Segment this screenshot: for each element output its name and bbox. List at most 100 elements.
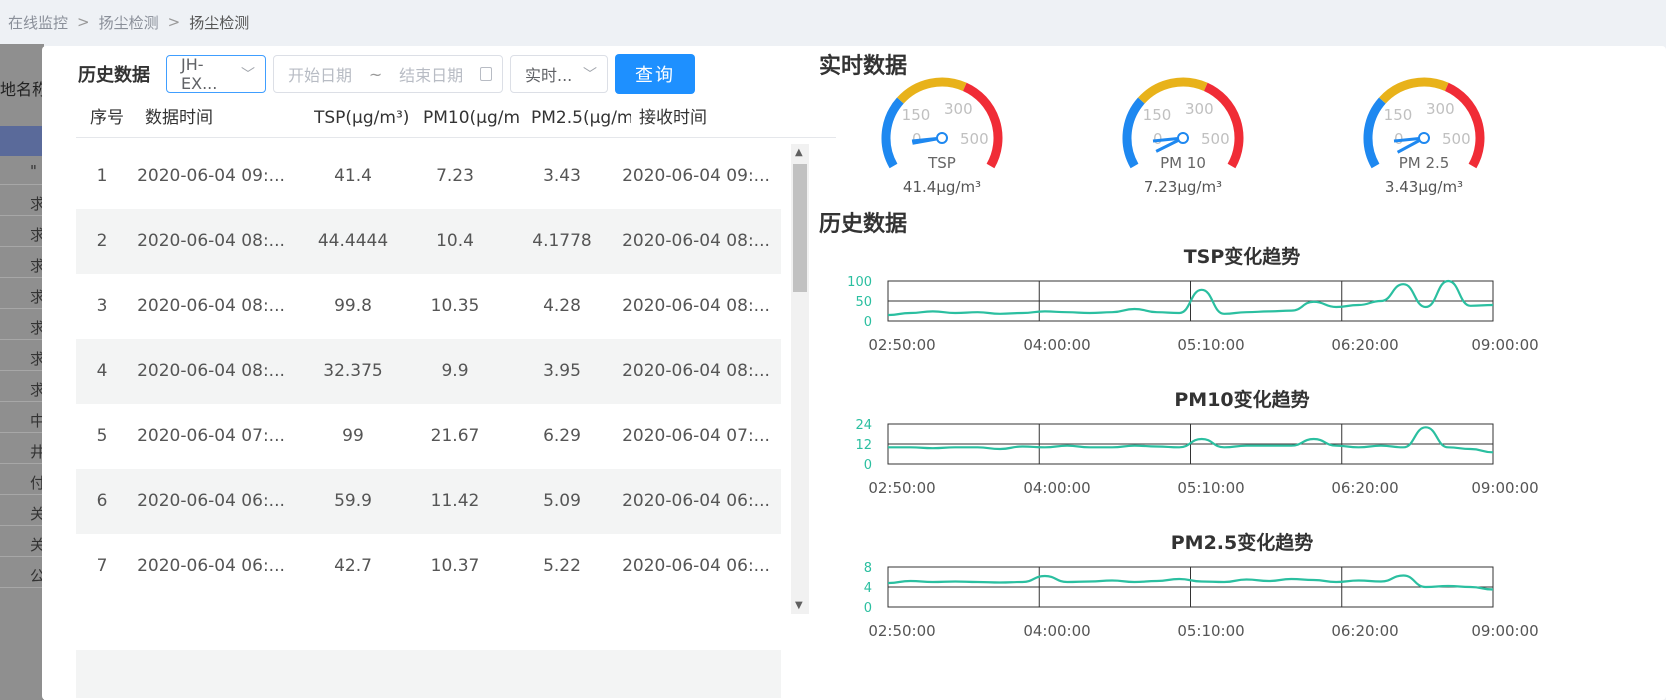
filter-toolbar: 历史数据 JH-EX... ﹀ 开始日期 ~ 结束日期 实时... ﹀ 查询 [78,54,695,94]
table-row[interactable]: 2 2020-06-04 08:... 44.4444 10.4 4.1778 2020-… [76,209,781,274]
cell-pm25: 6.29 [543,426,581,446]
gauge-2: 0150 300500PM 2.5 [1363,77,1485,172]
gauge-band-mid [1379,77,1449,104]
gauge-tick-label: 500 [1442,130,1471,148]
table-row[interactable]: 1 2020-06-04 09:... 41.4 7.23 3.43 2020-06-04… [76,144,781,209]
gauge-pivot [936,132,948,144]
x-tick-label: 09:00:00 [1471,622,1538,640]
x-tick-label: 06:20:00 [1331,622,1398,640]
start-date-placeholder: 开始日期 [288,66,353,85]
scrollbar-thumb[interactable] [793,164,807,292]
y-tick-label: 50 [855,295,872,310]
cell-receive-time: 2020-06-04 06:... [622,491,770,511]
column-header-tsp[interactable]: TSP(μg/m³) [314,98,418,138]
end-date-placeholder: 结束日期 [399,66,464,85]
cell-tsp: 41.4 [334,166,372,186]
y-tick-label: 12 [855,438,872,453]
x-tick-label: 06:20:00 [1331,336,1398,354]
date-range-separator: ~ [368,64,383,84]
cell-data-time: 2020-06-04 06:... [137,556,285,576]
cell-index: 3 [96,296,108,316]
cell-index: 2 [96,231,108,251]
history-charts-title: 历史数据 [819,212,908,237]
cell-receive-time: 2020-06-04 08:... [622,361,770,381]
table-header: 序号 数据时间 TSP(μg/m³) PM10(μg/m PM2.5(μg/m … [76,98,836,138]
chart-title: PM10变化趋势 [1174,389,1310,411]
history-modal: 历史数据 JH-EX... ﹀ 开始日期 ~ 结束日期 实时... ﹀ 查询 序… [42,46,1666,700]
background-row-line [0,339,44,340]
background-row-line [0,277,44,278]
cell-pm25: 4.1778 [532,231,592,251]
breadcrumb-item-dust[interactable]: 扬尘检测 [99,12,159,33]
trend-chart-1: PM10变化趋势 0 12 24 02:50:00 04:00:00 05:10:00 06:… [817,383,1666,523]
gauge-band-high [1203,82,1244,169]
cell-data-time: 2020-06-04 06:... [137,491,285,511]
date-range-picker[interactable]: 开始日期 ~ 结束日期 [273,55,503,93]
cell-tsp: 99.8 [334,296,372,316]
column-header-receive-time[interactable]: 接收时间 [639,98,779,138]
cell-receive-time: 2020-06-04 09:... [622,166,770,186]
x-tick-label: 09:00:00 [1471,336,1538,354]
y-tick-label: 24 [855,418,872,433]
column-header-index[interactable]: 序号 [90,98,140,138]
gauge-band-mid [897,77,967,104]
cell-pm10: 10.4 [436,231,474,251]
table-row[interactable]: 6 2020-06-04 06:... 59.9 11.42 5.09 2020-06-0… [76,469,781,534]
device-select[interactable]: JH-EX... ﹀ [166,55,266,93]
chart-canvas: 0 50 100 02:50:00 04:00:00 05:10:00 06:20:00 09… [847,275,1539,354]
table-row[interactable]: 4 2020-06-04 08:... 32.375 9.9 3.95 2020-06-0… [76,339,781,404]
breadcrumb-item-current: 扬尘检测 [189,13,250,32]
x-tick-label: 05:10:00 [1177,336,1244,354]
gauge-tick-label: 500 [960,130,989,148]
cell-index: 6 [96,491,108,511]
cell-pm10: 9.9 [441,361,469,381]
gauge-name: TSP [927,154,956,172]
cell-pm10: 21.67 [430,426,480,446]
column-header-pm25[interactable]: PM2.5(μg/m [531,98,631,138]
background-row-line [0,525,44,526]
x-tick-label: 05:10:00 [1177,479,1244,497]
cell-receive-time: 2020-06-04 08:... [622,296,770,316]
table-row[interactable]: 5 2020-06-04 07:... 99 21.67 6.29 2020-06-04 … [76,404,781,469]
background-row-line [0,308,44,309]
gauge-tick-label: 500 [1201,130,1230,148]
gauge-value: 41.4μg/m³ [902,178,982,196]
gauge-band-low [1122,97,1145,169]
column-header-data-time[interactable]: 数据时间 [145,98,295,138]
scroll-up-icon[interactable]: ▲ [795,147,803,158]
cell-pm25: 4.28 [543,296,581,316]
table-scrollbar[interactable]: ▲ ▼ [791,144,809,614]
cell-receive-time: 2020-06-04 06:... [622,556,770,576]
cell-pm10: 10.37 [430,556,480,576]
cell-data-time: 2020-06-04 08:... [137,296,285,316]
background-row-line [0,432,44,433]
history-table: 序号 数据时间 TSP(μg/m³) PM10(μg/m PM2.5(μg/m … [76,98,846,698]
query-button[interactable]: 查询 [615,54,695,94]
cell-pm25: 3.43 [543,166,581,186]
x-tick-label: 05:10:00 [1177,622,1244,640]
scroll-down-icon[interactable]: ▼ [795,600,803,611]
cell-index: 4 [96,361,108,381]
gauge-value: 3.43μg/m³ [1384,178,1464,196]
cell-tsp: 44.4444 [317,231,389,251]
history-panel: 历史数据 JH-EX... ﹀ 开始日期 ~ 结束日期 实时... ﹀ 查询 序… [42,46,862,700]
table-row[interactable]: 3 2020-06-04 08:... 99.8 10.35 4.28 2020-06-0… [76,274,781,339]
mode-select[interactable]: 实时... ﹀ [510,55,608,93]
gauge-name: PM 10 [1160,154,1206,172]
cell-data-time: 2020-06-04 09:... [137,166,285,186]
column-header-pm10[interactable]: PM10(μg/m [423,98,521,138]
y-tick-label: 100 [847,275,872,290]
table-row[interactable]: 7 2020-06-04 06:... 42.7 10.37 5.22 2020-06-0… [76,534,781,599]
gauge-value: 7.23μg/m³ [1143,178,1223,196]
gauge-pivot [1418,132,1430,144]
breadcrumb-item-online-monitor[interactable]: 在线监控 [8,12,68,33]
gauge-0: 0150 300500TSP [881,77,1003,172]
gauge-name: PM 2.5 [1399,154,1450,172]
chart-canvas: 0 12 24 02:50:00 04:00:00 05:10:00 06:20:00 09:… [855,418,1538,497]
x-tick-label: 02:50:00 [868,479,935,497]
gauge-band-high [962,82,1003,169]
chevron-right-icon: > [77,13,90,31]
calendar-icon [479,67,492,81]
y-tick-label: 0 [864,601,872,616]
table-row-partial [76,650,781,698]
